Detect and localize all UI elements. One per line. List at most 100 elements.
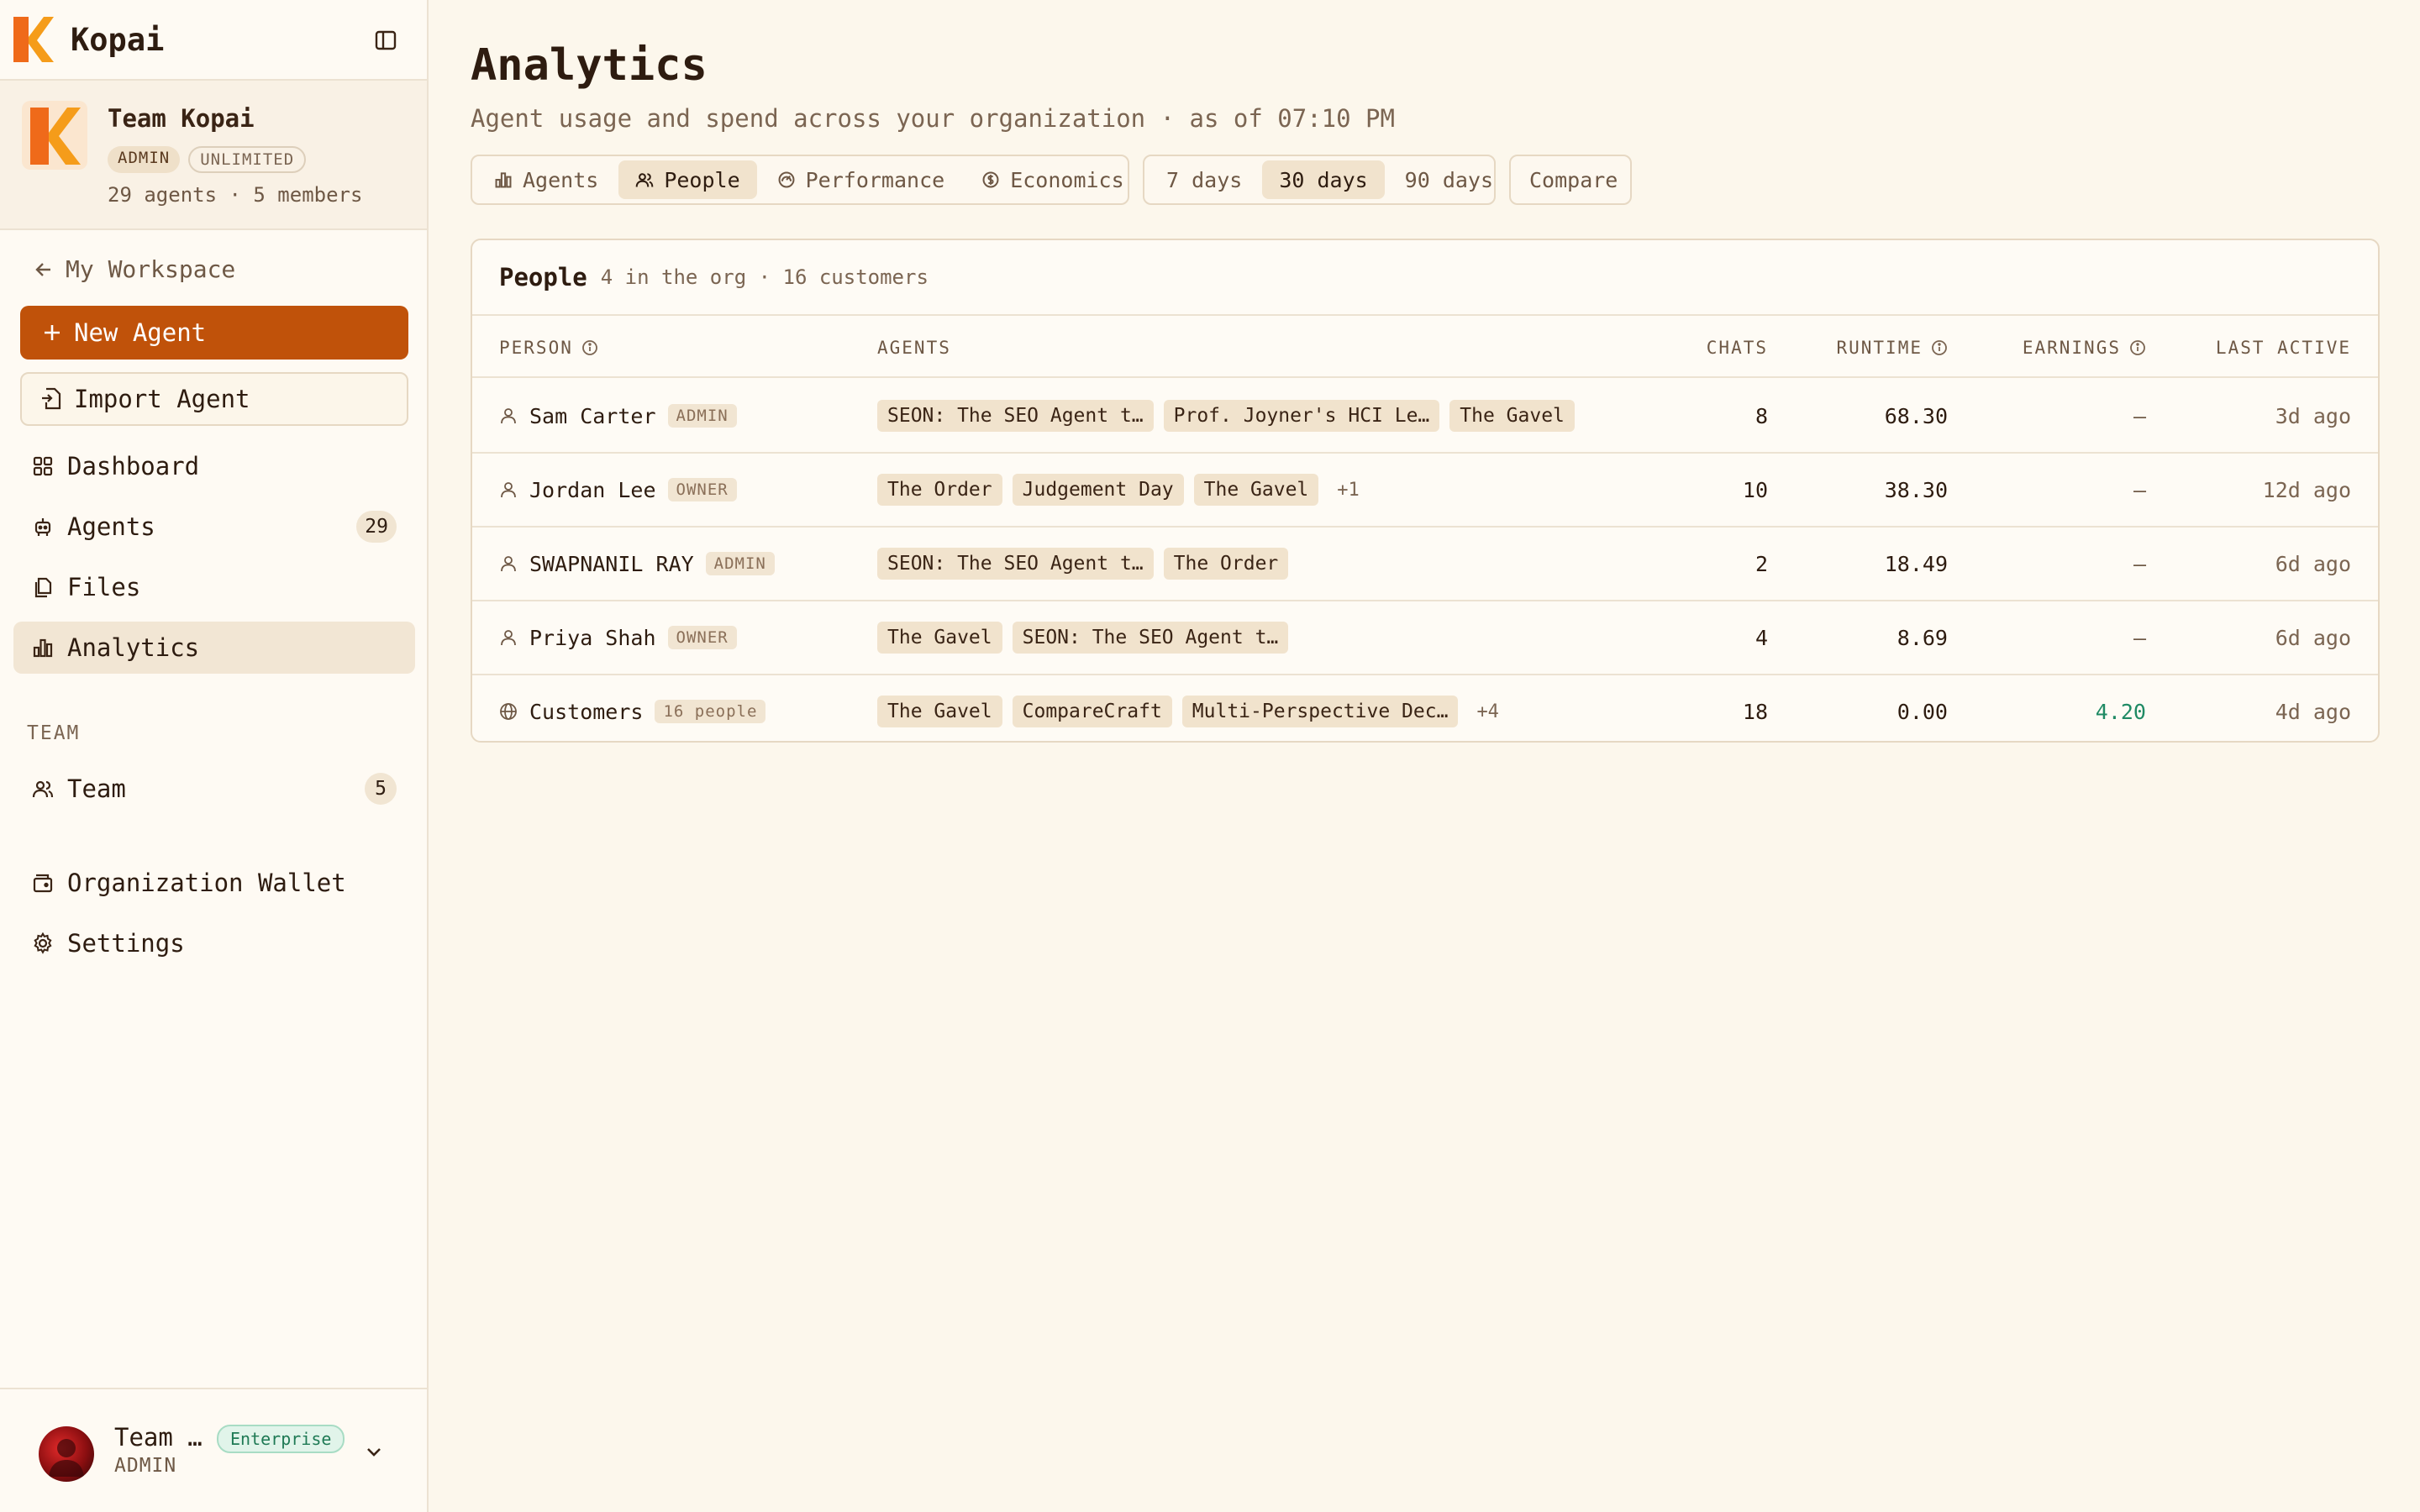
runtime-value: 18.49	[1884, 551, 1948, 576]
compare-button[interactable]: Compare	[1509, 155, 1632, 205]
last-active-value: 6d ago	[2275, 551, 2351, 576]
sidebar-item-label: Team	[67, 774, 126, 803]
table-row[interactable]: Sam Carter ADMIN SEON: The SEO Agent t… P…	[472, 380, 2378, 454]
info-icon[interactable]	[1931, 339, 1948, 356]
tab-label: People	[664, 167, 740, 192]
team-logo-icon	[22, 101, 87, 170]
table-row[interactable]: Jordan Lee OWNER The Order Judgement Day T…	[472, 454, 2378, 528]
team-count-badge: 5	[365, 773, 397, 805]
last-active-value: 12d ago	[2262, 477, 2351, 502]
import-agent-label: Import Agent	[74, 385, 250, 413]
tab-agents[interactable]: Agents	[477, 160, 615, 199]
chats-value: 4	[1754, 625, 1768, 650]
chats-value: 18	[1742, 699, 1768, 724]
runtime-value: 0.00	[1897, 699, 1948, 724]
card-title: People	[499, 263, 587, 291]
table-row[interactable]: SWAPNANIL RAY ADMIN SEON: The SEO Agent …	[472, 528, 2378, 601]
range-30-days[interactable]: 30 days	[1262, 160, 1385, 199]
earnings-value: 4.20	[2095, 699, 2146, 724]
header-earnings[interactable]: EARNINGS	[2023, 338, 2146, 358]
sidebar-item-team[interactable]: Team 5	[13, 763, 415, 815]
user-name: Team …	[114, 1423, 203, 1452]
person-cell: SWAPNANIL RAY ADMIN	[499, 528, 775, 600]
agent-chip[interactable]: The Gavel	[1449, 400, 1575, 432]
avatar[interactable]	[39, 1426, 94, 1482]
more-agents-count[interactable]: +1	[1328, 480, 1360, 501]
person-cell: Sam Carter ADMIN	[499, 380, 737, 452]
runtime-value: 38.30	[1884, 477, 1948, 502]
more-agents-count[interactable]: +4	[1468, 701, 1499, 722]
info-icon[interactable]	[2129, 339, 2146, 356]
back-to-workspace-link[interactable]: My Workspace	[34, 255, 235, 283]
person-name: Priya Shah	[529, 625, 656, 650]
file-import-icon	[40, 387, 62, 411]
agent-chip[interactable]: The Gavel	[877, 622, 1002, 654]
role-badge: ADMIN	[705, 552, 775, 575]
user-icon	[499, 628, 518, 647]
agent-chip[interactable]: Judgement Day	[1012, 474, 1184, 506]
agent-chip[interactable]: SEON: The SEO Agent t…	[877, 548, 1154, 580]
last-active-value: 3d ago	[2275, 403, 2351, 428]
person-cell: Jordan Lee OWNER	[499, 454, 737, 526]
gauge-icon	[777, 171, 796, 189]
agent-chip[interactable]: The Gavel	[1193, 474, 1319, 506]
header-chats: CHATS	[1706, 338, 1768, 358]
agent-chip[interactable]: The Order	[877, 474, 1002, 506]
agents-cell: SEON: The SEO Agent t… Prof. Joyner's HCI…	[877, 380, 1575, 452]
tab-performance[interactable]: Performance	[760, 160, 962, 199]
gear-icon	[32, 932, 54, 954]
files-icon	[32, 576, 54, 598]
agent-chip[interactable]: CompareCraft	[1012, 696, 1172, 727]
card-meta: 4 in the org · 16 customers	[600, 265, 929, 289]
back-label: My Workspace	[66, 255, 236, 283]
compare-label: Compare	[1529, 167, 1618, 192]
tab-people[interactable]: People	[618, 160, 757, 199]
team-section-label: TEAM	[27, 722, 81, 744]
agent-chip[interactable]: The Gavel	[877, 696, 1002, 727]
agents-cell: SEON: The SEO Agent t… The Order	[877, 528, 1289, 600]
team-card[interactable]: Team Kopai ADMIN UNLIMITED 29 agents · 5…	[0, 81, 427, 230]
import-agent-button[interactable]: Import Agent	[20, 372, 408, 426]
sidebar-item-files[interactable]: Files	[13, 561, 415, 613]
users-icon	[635, 171, 654, 189]
sidebar-item-dashboard[interactable]: Dashboard	[13, 440, 415, 492]
range-90-days[interactable]: 90 days	[1388, 160, 1510, 199]
admin-badge: ADMIN	[108, 146, 181, 173]
grid-icon	[32, 455, 54, 477]
sidebar-item-organization-wallet[interactable]: Organization Wallet	[13, 857, 415, 909]
sidebar-item-analytics[interactable]: Analytics	[13, 622, 415, 674]
sidebar-toggle-icon[interactable]	[373, 28, 398, 53]
chats-value: 10	[1742, 477, 1768, 502]
header-person[interactable]: PERSON	[499, 338, 598, 358]
agents-cell: The Gavel SEON: The SEO Agent t…	[877, 601, 1289, 674]
agent-chip[interactable]: The Order	[1163, 548, 1289, 580]
info-icon[interactable]	[581, 339, 598, 356]
tab-economics[interactable]: Economics	[965, 160, 1140, 199]
team-name: Team Kopai	[108, 104, 255, 133]
earnings-value: —	[2133, 477, 2146, 502]
arrow-left-icon	[34, 260, 54, 280]
sidebar-item-label: Agents	[67, 512, 155, 541]
range-7-days[interactable]: 7 days	[1150, 160, 1259, 199]
page-subtitle: Agent usage and spend across your organi…	[471, 104, 1395, 133]
chevron-down-icon[interactable]	[361, 1440, 387, 1465]
sidebar-item-agents[interactable]: Agents 29	[13, 501, 415, 553]
bar-chart-icon	[494, 171, 513, 189]
globe-icon	[499, 702, 518, 721]
kopai-logo-icon[interactable]	[12, 15, 55, 64]
sidebar-item-settings[interactable]: Settings	[13, 917, 415, 969]
user-menu[interactable]: Team … Enterprise ADMIN	[0, 1388, 427, 1512]
header-agents: AGENTS	[877, 338, 951, 358]
team-meta: 29 agents · 5 members	[108, 183, 363, 207]
agent-chip[interactable]: Multi-Perspective Dec…	[1181, 696, 1459, 727]
chats-value: 2	[1754, 551, 1768, 576]
plan-badge: Enterprise	[217, 1425, 345, 1453]
agent-chip[interactable]: SEON: The SEO Agent t…	[1012, 622, 1289, 654]
header-runtime[interactable]: RUNTIME	[1836, 338, 1948, 358]
table-row[interactable]: Customers 16 people The Gavel CompareCraf…	[472, 675, 2378, 741]
new-agent-button[interactable]: New Agent	[20, 306, 408, 360]
agent-chip[interactable]: Prof. Joyner's HCI Le…	[1163, 400, 1440, 432]
agent-chip[interactable]: SEON: The SEO Agent t…	[877, 400, 1154, 432]
user-icon	[499, 480, 518, 499]
table-row[interactable]: Priya Shah OWNER The Gavel SEON: The SEO …	[472, 601, 2378, 675]
